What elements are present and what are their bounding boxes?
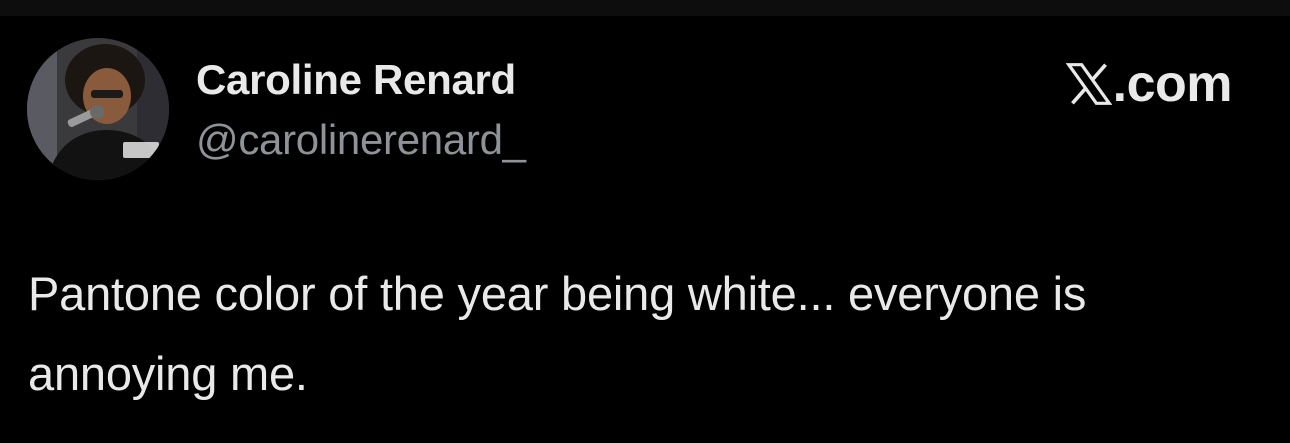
top-edge-strip — [0, 0, 1290, 16]
tweet-card: Caroline Renard @carolinerenard_ .com Pa… — [0, 16, 1290, 443]
x-com-brand: .com — [1065, 54, 1233, 114]
x-logo-icon — [1065, 63, 1112, 105]
profile-photo-icon — [27, 38, 169, 180]
tweet-text: Pantone color of the year being white...… — [28, 267, 1087, 400]
brand-domain-suffix: .com — [1112, 55, 1233, 113]
avatar[interactable] — [27, 38, 169, 180]
author-display-name[interactable]: Caroline Renard — [196, 56, 516, 104]
author-handle[interactable]: @carolinerenard_ — [196, 116, 526, 164]
